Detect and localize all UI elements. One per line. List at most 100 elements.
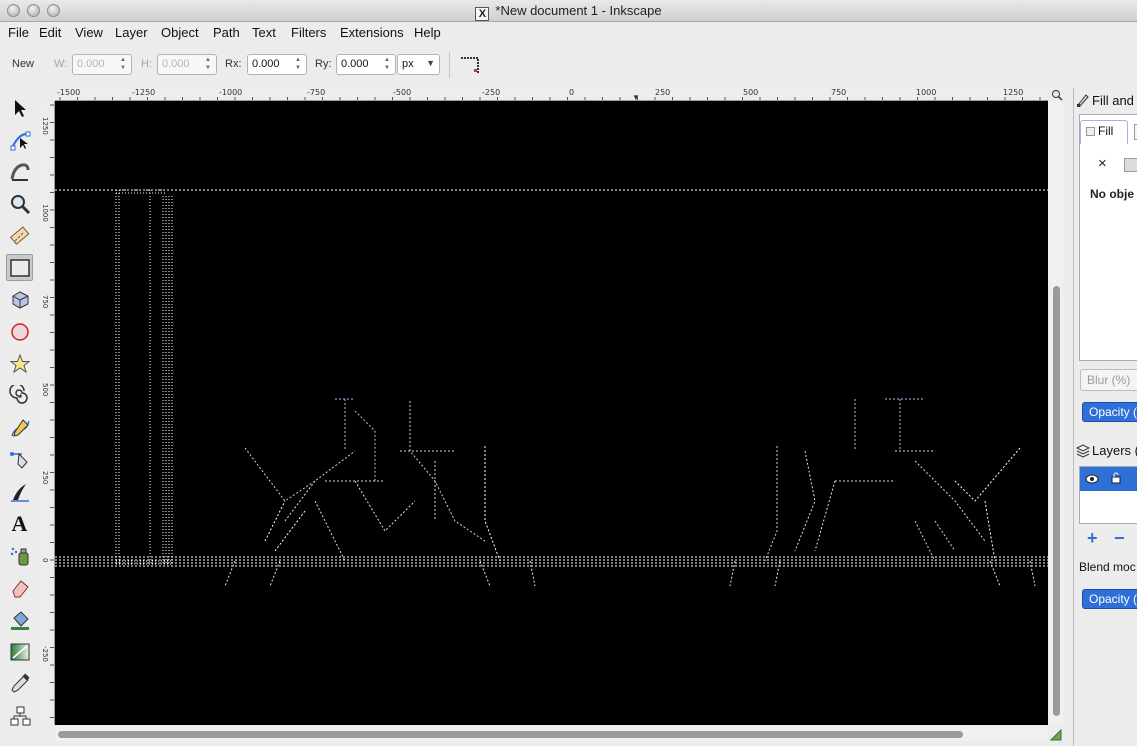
menu-object[interactable]: Object xyxy=(161,25,199,40)
right-glyph-cluster xyxy=(729,398,1036,587)
vertical-scroll-thumb[interactable] xyxy=(1053,286,1060,716)
add-layer-icon[interactable]: + xyxy=(1087,528,1098,549)
blur-field[interactable]: Blur (%) xyxy=(1080,369,1137,391)
ruler-cursor-marker-icon: ▼ xyxy=(632,93,640,101)
rx-field[interactable]: 0.000 ▲ ▼ xyxy=(247,54,307,75)
layers-panel-icon xyxy=(1075,444,1091,458)
menu-extensions[interactable]: Extensions xyxy=(340,25,404,40)
3d-box-tool[interactable] xyxy=(6,286,33,313)
layers-title: Layers ( xyxy=(1092,443,1137,458)
zoom-tool[interactable] xyxy=(6,190,33,217)
height-field[interactable]: 0.000 ▲ ▼ xyxy=(157,54,217,75)
height-stepper-icon[interactable]: ▲ ▼ xyxy=(205,56,214,72)
dropper-tool[interactable] xyxy=(6,670,33,697)
fill-stroke-panel-icon xyxy=(1076,93,1090,107)
text-tool[interactable]: A xyxy=(6,510,33,537)
rectangle-tool[interactable] xyxy=(6,254,33,281)
tab-fill-label: Fill xyxy=(1098,124,1114,138)
paint-bucket-tool[interactable] xyxy=(6,606,33,633)
zoom-icon xyxy=(10,194,30,214)
rx-value: 0.000 xyxy=(252,58,280,70)
pen-icon xyxy=(9,451,28,469)
eye-visible-icon[interactable] xyxy=(1085,473,1099,485)
measure-tool[interactable] xyxy=(6,222,33,249)
drawing-canvas[interactable] xyxy=(55,101,1048,725)
ry-field[interactable]: 0.000 ▲ ▼ xyxy=(336,54,396,75)
menu-view[interactable]: View xyxy=(75,25,103,40)
menu-layer[interactable]: Layer xyxy=(115,25,148,40)
pencil-tool[interactable] xyxy=(6,414,33,441)
square-corner-icon xyxy=(461,57,479,73)
rx-stepper-icon[interactable]: ▲ ▼ xyxy=(295,56,304,72)
color-triangle-icon xyxy=(1049,728,1062,741)
node-editor-icon xyxy=(10,131,30,150)
horizontal-scroll-thumb[interactable] xyxy=(58,731,963,738)
paintbrush-icon xyxy=(1077,94,1089,107)
layer-row[interactable] xyxy=(1080,467,1137,491)
menu-path[interactable]: Path xyxy=(213,25,240,40)
flat-color-button[interactable] xyxy=(1124,158,1137,172)
ruler-ticks xyxy=(59,97,1041,100)
menu-file[interactable]: File xyxy=(8,25,29,40)
star-tool[interactable] xyxy=(6,350,33,377)
zoom-corner-button[interactable] xyxy=(1050,89,1064,101)
ry-stepper-icon[interactable]: ▲ ▼ xyxy=(384,56,393,72)
tab-fill[interactable]: Fill xyxy=(1080,120,1128,144)
selector-tool[interactable] xyxy=(6,94,33,121)
3d-box-icon xyxy=(12,290,28,309)
ry-label: Ry: xyxy=(315,58,332,70)
horizontal-ruler[interactable]: -1500 -1250 -1000 -750 -500 -250 0 250 5… xyxy=(55,88,1048,101)
toolbox: A xyxy=(0,90,40,746)
not-rounded-corners-button[interactable] xyxy=(458,54,482,76)
pencil-icon xyxy=(10,418,30,437)
tweak-tool[interactable] xyxy=(6,158,33,185)
vertical-scrollbar[interactable] xyxy=(1049,101,1063,725)
calligraphy-tool[interactable] xyxy=(6,478,33,505)
eraser-tool[interactable] xyxy=(6,574,33,601)
vertical-ruler[interactable]: 1250 1000 750 500 250 0 -250 xyxy=(40,101,55,725)
ruler-h-label: 250 xyxy=(655,88,671,97)
width-stepper-icon[interactable]: ▲ ▼ xyxy=(120,56,129,72)
opacity-field[interactable]: Opacity ( xyxy=(1082,402,1137,422)
rx-label: Rx: xyxy=(225,58,242,70)
remove-layer-icon[interactable]: − xyxy=(1114,528,1125,549)
gradient-tool[interactable] xyxy=(6,638,33,665)
spray-tool[interactable] xyxy=(6,542,33,569)
connector-icon xyxy=(10,706,30,725)
layer-opacity-field[interactable]: Opacity ( xyxy=(1082,589,1137,609)
left-glyph-cluster xyxy=(224,398,536,587)
ruler-h-label: 1000 xyxy=(916,88,937,97)
menu-help[interactable]: Help xyxy=(414,25,441,40)
horizontal-scrollbar[interactable] xyxy=(55,727,1048,741)
ellipse-tool[interactable] xyxy=(6,318,33,345)
fill-swatch-icon xyxy=(1086,127,1095,136)
zoom-icon xyxy=(1052,90,1063,101)
ruler-v-label: 0 xyxy=(41,558,49,563)
spiral-icon xyxy=(8,384,28,404)
node-tool[interactable] xyxy=(6,126,33,153)
x11-logo-icon: X xyxy=(475,7,490,21)
ruler-v-label: 1250 xyxy=(41,117,49,135)
ruler-h-label: -1500 xyxy=(57,88,81,97)
tweak-icon xyxy=(10,162,29,181)
color-management-button[interactable] xyxy=(1049,728,1062,741)
menu-edit[interactable]: Edit xyxy=(39,25,61,40)
connector-tool[interactable] xyxy=(6,702,33,729)
chevron-down-icon: ▼ xyxy=(426,58,435,68)
lock-unlocked-icon[interactable] xyxy=(1111,472,1121,484)
width-field[interactable]: 0.000 ▲ ▼ xyxy=(72,54,132,75)
dropper-icon xyxy=(10,672,30,693)
layers-icon xyxy=(1075,444,1091,458)
menu-filters[interactable]: Filters xyxy=(291,25,326,40)
no-paint-icon[interactable]: × xyxy=(1098,155,1107,172)
selector-arrow-icon xyxy=(14,99,26,117)
height-label: H: xyxy=(141,58,152,70)
ruler-h-label: -1000 xyxy=(219,88,243,97)
pen-tool[interactable] xyxy=(6,446,33,473)
menu-text[interactable]: Text xyxy=(252,25,276,40)
ruler-h-label: 500 xyxy=(743,88,759,97)
unit-select[interactable]: px ▼ xyxy=(397,54,440,75)
spray-icon xyxy=(10,547,28,565)
fill-stroke-title: Fill and xyxy=(1092,93,1134,108)
spiral-tool[interactable] xyxy=(6,382,33,409)
